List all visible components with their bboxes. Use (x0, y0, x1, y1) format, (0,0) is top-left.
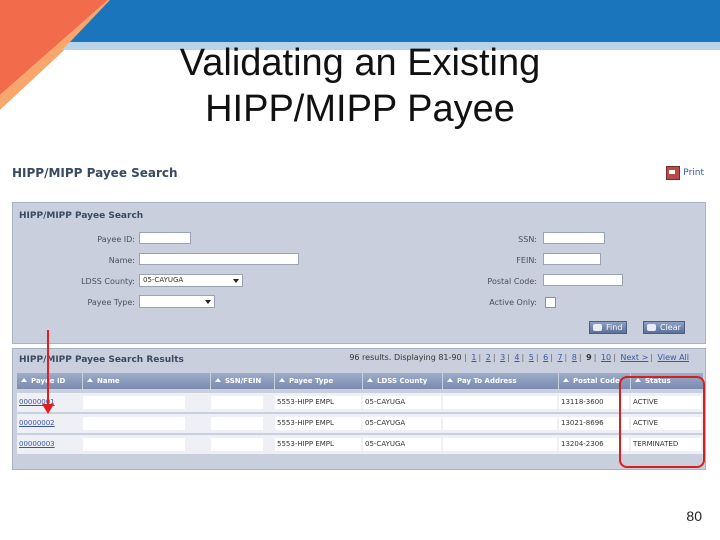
payee-search-screen: HIPP/MIPP Payee Search Print HIPP/MIPP P… (8, 158, 708, 470)
sort-arrow-icon (21, 378, 27, 382)
clear-label: Clear (660, 323, 681, 332)
payee-type-cell: 5553-HIPP EMPL (275, 417, 361, 430)
ldss-county-cell: 05-CAYUGA (363, 438, 441, 451)
page-link-10[interactable]: 10 (601, 353, 611, 362)
page-title: HIPP/MIPP Payee Search (12, 166, 178, 180)
results-panel: HIPP/MIPP Payee Search Results 96 result… (12, 348, 706, 470)
find-button[interactable]: Find (589, 321, 627, 334)
ssn-label: SSN: (518, 235, 537, 244)
payee-id-link[interactable]: 00000003 (17, 438, 81, 451)
name-cell (83, 417, 185, 430)
slide-title-line-2: HIPP/MIPP Payee (205, 88, 515, 130)
search-panel: HIPP/MIPP Payee Search Payee ID: Name: L… (12, 202, 706, 344)
slide-title-line-1: Validating an Existing (179, 42, 541, 84)
payee-type-label: Payee Type: (87, 298, 135, 307)
column-header-payee-id[interactable]: Payee ID (17, 373, 83, 389)
name-cell (83, 438, 185, 451)
printer-icon (666, 166, 681, 180)
ssn-fein-cell (211, 438, 263, 451)
name-label: Name: (108, 256, 135, 265)
payee-id-label: Payee ID: (97, 235, 135, 244)
fein-input[interactable] (543, 253, 601, 265)
ldss-county-select[interactable]: 05-CAYUGA (139, 274, 243, 287)
ssn-fein-cell (211, 396, 263, 409)
page-link-1[interactable]: 1 (471, 353, 476, 362)
column-header-name[interactable]: Name (83, 373, 211, 389)
column-header-pay-to-address[interactable]: Pay To Address (443, 373, 559, 389)
arrow-down-icon (42, 404, 54, 414)
arrow-annotation-line (47, 330, 49, 410)
active-only-checkbox[interactable] (545, 297, 556, 308)
payee-type-cell: 5553-HIPP EMPL (275, 396, 361, 409)
page-link-3[interactable]: 3 (500, 353, 505, 362)
sort-arrow-icon (279, 378, 285, 382)
ldss-county-cell: 05-CAYUGA (363, 417, 441, 430)
chevron-down-icon (205, 300, 211, 304)
next-page-link[interactable]: Next > (620, 353, 648, 362)
sort-arrow-icon (367, 378, 373, 382)
ldss-county-value: 05-CAYUGA (143, 276, 184, 284)
clear-button[interactable]: Clear (643, 321, 685, 334)
results-summary: 96 results. Displaying 81-90 (349, 353, 462, 362)
page-link-5[interactable]: 5 (529, 353, 534, 362)
pay-to-address-cell (443, 438, 557, 451)
search-icon (593, 324, 602, 331)
page-number: 80 (686, 508, 702, 524)
status-column-highlight (619, 376, 705, 468)
sort-arrow-icon (215, 378, 221, 382)
ssn-fein-cell (211, 417, 263, 430)
chevron-down-icon (233, 279, 239, 283)
payee-type-select[interactable] (139, 295, 215, 308)
page-link-7[interactable]: 7 (557, 353, 562, 362)
ldss-county-cell: 05-CAYUGA (363, 396, 441, 409)
search-panel-heading: HIPP/MIPP Payee Search (19, 211, 144, 221)
page-link-6[interactable]: 6 (543, 353, 548, 362)
sort-arrow-icon (447, 378, 453, 382)
page-link-4[interactable]: 4 (514, 353, 519, 362)
payee-type-cell: 5553-HIPP EMPL (275, 438, 361, 451)
column-header-payee-type[interactable]: Payee Type (275, 373, 363, 389)
table-row: 00000001 5553-HIPP EMPL 05-CAYUGA 13118-… (17, 393, 703, 412)
sort-arrow-icon (563, 378, 569, 382)
find-label: Find (606, 323, 623, 332)
payee-id-input[interactable] (139, 232, 191, 244)
table-row: 00000002 5553-HIPP EMPL 05-CAYUGA 13021-… (17, 414, 703, 433)
ssn-input[interactable] (543, 232, 605, 244)
column-header-ldss-county[interactable]: LDSS County (363, 373, 443, 389)
results-table-header: Payee ID Name SSN/FEIN Payee Type LDSS C… (17, 373, 703, 389)
current-page: 9 (586, 353, 592, 362)
name-cell (83, 396, 185, 409)
view-all-link[interactable]: View All (658, 353, 689, 362)
column-header-ssn-fein[interactable]: SSN/FEIN (211, 373, 275, 389)
results-panel-heading: HIPP/MIPP Payee Search Results (19, 355, 184, 365)
table-row: 00000003 5553-HIPP EMPL 05-CAYUGA 13204-… (17, 435, 703, 454)
fein-label: FEIN: (516, 256, 537, 265)
page-link-2[interactable]: 2 (486, 353, 491, 362)
active-only-label: Active Only: (489, 298, 537, 307)
postal-code-label: Postal Code: (487, 277, 537, 286)
name-input[interactable] (139, 253, 299, 265)
payee-id-link[interactable]: 00000002 (17, 417, 81, 430)
pay-to-address-cell (443, 417, 557, 430)
slide-title: Validating an Existing HIPP/MIPP Payee (0, 40, 720, 132)
sort-arrow-icon (87, 378, 93, 382)
postal-code-input[interactable] (543, 274, 623, 286)
print-label: Print (683, 168, 704, 178)
page-link-8[interactable]: 8 (572, 353, 577, 362)
ldss-county-label: LDSS County: (81, 277, 135, 286)
pay-to-address-cell (443, 396, 557, 409)
print-link[interactable]: Print (666, 166, 704, 180)
pagination: 96 results. Displaying 81-90 | 1 | 2 | 3 | … (349, 353, 689, 362)
refresh-icon (647, 324, 656, 331)
